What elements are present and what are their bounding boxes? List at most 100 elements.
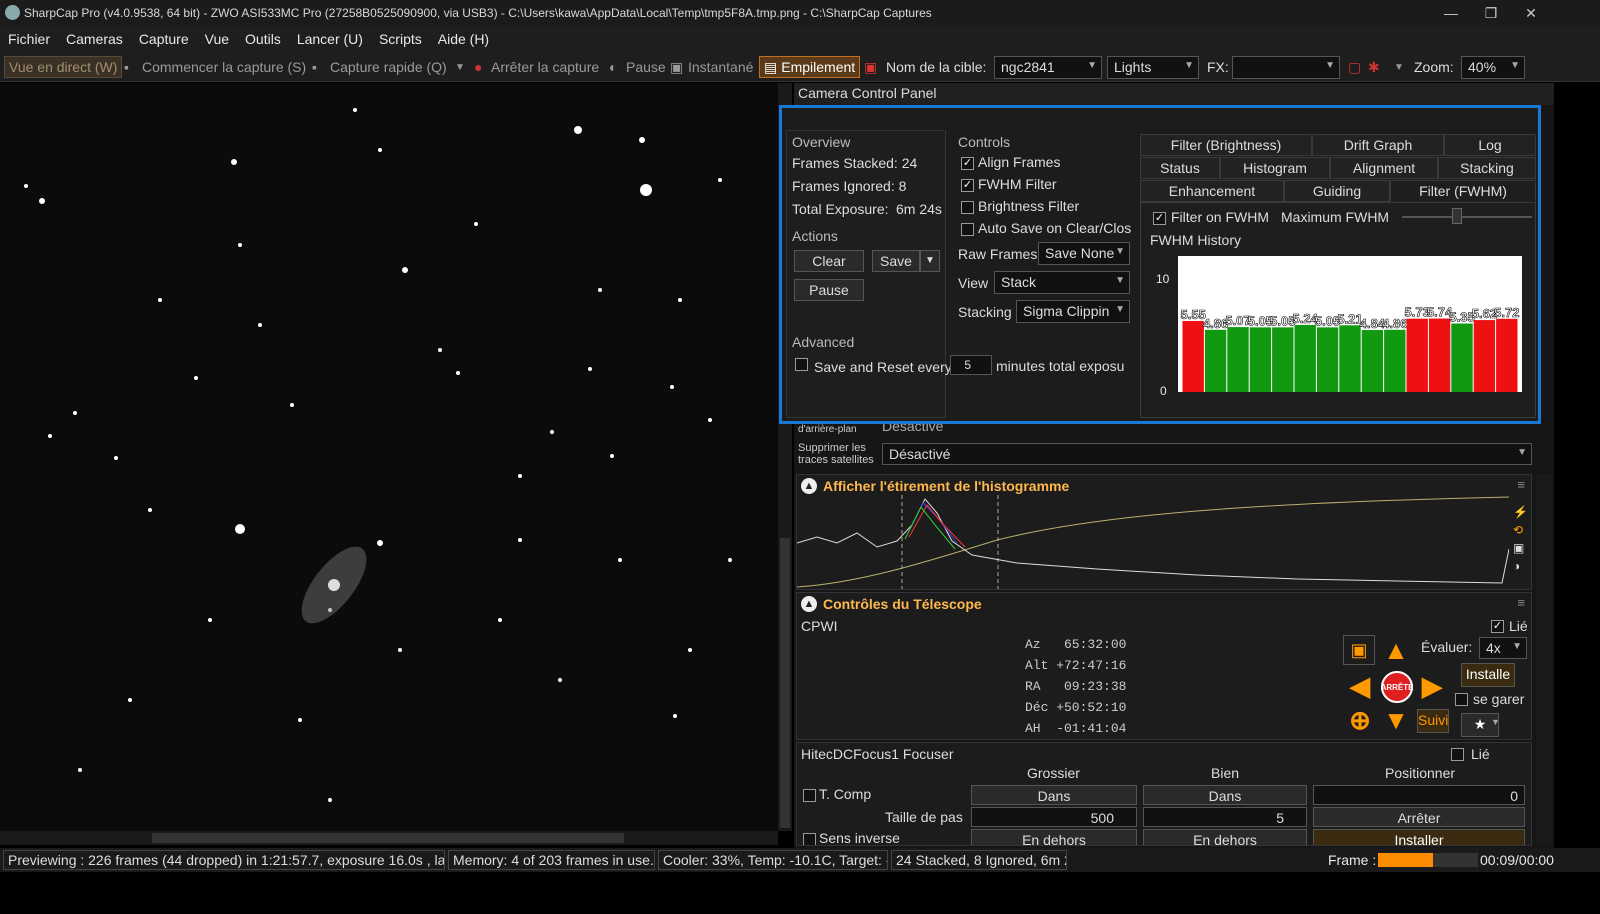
histogram-plot[interactable]: [797, 495, 1509, 589]
menu-outils[interactable]: Outils: [237, 31, 289, 47]
menu-icon[interactable]: ≡: [1517, 477, 1525, 492]
frame-progress: [1378, 853, 1478, 867]
rate-combo[interactable]: 4x ▼: [1479, 637, 1527, 659]
menu-fichier[interactable]: Fichier: [0, 31, 58, 47]
annotate-icon[interactable]: ✱: [1368, 56, 1380, 78]
menu-lancer[interactable]: Lancer (U): [289, 31, 371, 47]
target-crosshair-icon[interactable]: ⊕: [1345, 705, 1375, 735]
save-dropdown-icon[interactable]: ▼: [920, 250, 940, 272]
focuser-install-button[interactable]: Installer: [1313, 829, 1525, 845]
coarse-out-button[interactable]: En dehors: [971, 829, 1137, 845]
focuser-stop-button[interactable]: Arrêter: [1313, 807, 1525, 827]
menu-icon[interactable]: ≡: [1517, 595, 1525, 610]
viewport-horizontal-scrollbar[interactable]: [0, 831, 778, 845]
close-button[interactable]: ✕: [1508, 0, 1554, 26]
menu-scripts[interactable]: Scripts: [371, 31, 430, 47]
park-checkbox[interactable]: [1455, 693, 1468, 706]
satellite-trails-combo[interactable]: Désactivé ▼: [882, 443, 1532, 465]
fine-step-input[interactable]: 5: [1143, 807, 1307, 827]
menu-vue[interactable]: Vue: [197, 31, 237, 47]
max-fwhm-slider-thumb[interactable]: [1452, 208, 1462, 224]
stacking-combo[interactable]: Sigma Clippin ▼: [1016, 300, 1130, 323]
east-arrow-icon[interactable]: ▶: [1417, 671, 1447, 701]
tab-log[interactable]: Log: [1444, 134, 1536, 156]
reset-icon[interactable]: ⟲: [1513, 523, 1531, 537]
collapse-icon[interactable]: ▲: [801, 478, 817, 494]
pause-stack-button[interactable]: Pause: [794, 279, 864, 301]
tab-enhancement[interactable]: Enhancement: [1140, 180, 1284, 202]
tab-status[interactable]: Status: [1140, 157, 1220, 179]
coarse-step-input[interactable]: 500: [971, 807, 1137, 827]
reticle-icon[interactable]: ▢: [1348, 56, 1361, 78]
tab-drift-graph[interactable]: Drift Graph: [1312, 134, 1444, 156]
align-frames-checkbox[interactable]: ✓: [961, 157, 974, 170]
live-view-button[interactable]: Vue en direct (W): [4, 56, 123, 78]
toggle-icon[interactable]: ◑: [1513, 559, 1531, 573]
zoom-combo[interactable]: 40% ▼: [1461, 56, 1525, 79]
quick-capture-button[interactable]: Capture rapide (Q): [330, 56, 447, 78]
snapshot-button[interactable]: Instantané: [688, 56, 753, 78]
stacking-button[interactable]: ▤ Empilement: [759, 56, 861, 78]
stop-slew-button[interactable]: ARRÊTE: [1381, 671, 1413, 703]
brightness-filter-checkbox[interactable]: [961, 201, 974, 214]
save-reset-minutes-input[interactable]: 5: [950, 355, 992, 375]
telescope-linked-checkbox[interactable]: ✓: [1491, 620, 1504, 633]
pause-button[interactable]: Pause: [626, 56, 666, 78]
fine-in-button[interactable]: Dans: [1143, 785, 1307, 805]
telescope-header[interactable]: ▲ Contrôles du Télescope: [801, 596, 982, 612]
raw-frames-combo[interactable]: Save None ▼: [1038, 242, 1130, 265]
target-name-combo[interactable]: ngc2841 ▼: [994, 56, 1102, 79]
star: [598, 288, 602, 292]
west-arrow-icon[interactable]: ◀: [1345, 671, 1375, 701]
actions-heading: Actions: [792, 228, 838, 244]
chevron-down-icon[interactable]: ▼: [1491, 717, 1500, 727]
preview-status: Previewing : 226 frames (44 dropped) in …: [3, 850, 445, 870]
star: [639, 137, 645, 143]
star: [574, 126, 582, 134]
save-reset-checkbox[interactable]: [795, 358, 808, 371]
install-button[interactable]: Installe: [1461, 663, 1515, 687]
scroll-thumb[interactable]: [152, 833, 624, 843]
right-panel-scrollbar[interactable]: [1536, 474, 1552, 844]
collapse-icon[interactable]: ▲: [801, 596, 817, 612]
view-combo[interactable]: Stack ▼: [994, 271, 1130, 294]
reverse-checkbox[interactable]: [803, 833, 816, 845]
star: [235, 524, 245, 534]
clear-button[interactable]: Clear: [794, 250, 864, 272]
tab-histogram[interactable]: Histogram: [1220, 157, 1330, 179]
tab-stacking[interactable]: Stacking: [1438, 157, 1536, 179]
quick-capture-dropdown-icon[interactable]: ▼: [455, 56, 465, 78]
filter-on-fwhm-checkbox[interactable]: ✓: [1153, 212, 1166, 225]
histogram-header[interactable]: ▲ Afficher l'étirement de l'histogramme: [801, 478, 1069, 494]
menu-capture[interactable]: Capture: [131, 31, 197, 47]
max-fwhm-slider[interactable]: [1402, 216, 1532, 218]
frame-type-combo[interactable]: Lights ▼: [1107, 56, 1199, 79]
fwhm-filter-checkbox[interactable]: ✓: [961, 179, 974, 192]
coarse-in-button[interactable]: Dans: [971, 785, 1137, 805]
focuser-linked-checkbox[interactable]: [1451, 748, 1464, 761]
fx-combo[interactable]: ▼: [1232, 56, 1340, 79]
menu-aide[interactable]: Aide (H): [430, 31, 497, 47]
stop-capture-button[interactable]: Arrêter la capture: [491, 56, 599, 78]
tab-alignment[interactable]: Alignment: [1330, 157, 1438, 179]
tab-filter-brightness[interactable]: Filter (Brightness): [1140, 134, 1312, 156]
auto-save-checkbox[interactable]: [961, 223, 974, 236]
tab-guiding[interactable]: Guiding: [1284, 180, 1390, 202]
save-button[interactable]: Save: [872, 250, 920, 272]
save-icon[interactable]: ▣: [1513, 541, 1531, 555]
overlay-dropdown-icon[interactable]: ▼: [1394, 56, 1404, 78]
goto-icon[interactable]: ▣: [1343, 635, 1375, 665]
temp-comp-checkbox[interactable]: [803, 789, 816, 802]
north-arrow-icon[interactable]: ▲: [1381, 635, 1411, 665]
fwhm-y-max: 10: [1156, 272, 1170, 286]
position-input[interactable]: 0: [1313, 785, 1525, 805]
auto-stretch-icon[interactable]: ⚡: [1513, 505, 1531, 519]
start-capture-button[interactable]: Commencer la capture (S): [142, 56, 306, 78]
menu-cameras[interactable]: Cameras: [58, 31, 131, 47]
fine-out-button[interactable]: En dehors: [1143, 829, 1307, 845]
image-viewport[interactable]: [0, 83, 778, 831]
tab-filter-fwhm[interactable]: Filter (FWHM): [1390, 180, 1536, 202]
track-button[interactable]: Suivi: [1417, 709, 1449, 733]
south-arrow-icon[interactable]: ▼: [1381, 705, 1411, 735]
scroll-thumb[interactable]: [780, 538, 790, 828]
